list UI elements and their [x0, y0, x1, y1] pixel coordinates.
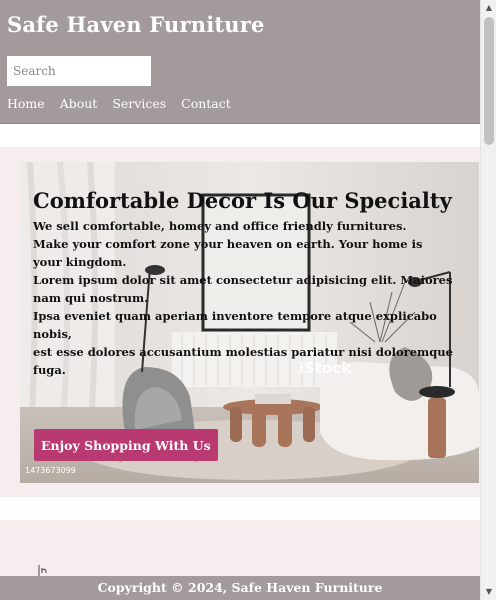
hero-content: Comfortable Decor Is Our Specialty We se…: [33, 184, 453, 379]
site-header: Safe Haven Furniture Home About Services…: [0, 0, 480, 124]
scrollbar-thumb[interactable]: [484, 17, 494, 145]
site-footer: Copyright © 2024, Safe Haven Furniture: [0, 576, 480, 600]
triangle-up-icon[interactable]: ▲: [481, 0, 496, 16]
nav-link-about[interactable]: About: [60, 96, 98, 111]
stock-watermark: iStock: [299, 359, 352, 377]
nav-link-services[interactable]: Services: [112, 96, 166, 111]
hero-section: Comfortable Decor Is Our Specialty We se…: [20, 162, 479, 483]
triangle-down-icon[interactable]: ▼: [481, 584, 496, 600]
nav-link-home[interactable]: Home: [7, 96, 45, 111]
search-input[interactable]: [7, 56, 151, 86]
hero-description: We sell comfortable, homey and office fr…: [33, 219, 453, 377]
nav-link-contact[interactable]: Contact: [181, 96, 231, 111]
vertical-scrollbar[interactable]: ▲ ▼: [480, 0, 496, 600]
copyright-text: Copyright © 2024, Safe Haven Furniture: [97, 580, 383, 595]
stock-image-id: 1473673099: [25, 466, 76, 475]
enjoy-shopping-button[interactable]: Enjoy Shopping With Us: [34, 429, 218, 461]
site-title: Safe Haven Furniture: [7, 12, 265, 37]
hero-title: Comfortable Decor Is Our Specialty: [33, 188, 452, 213]
main-nav: Home About Services Contact: [7, 96, 473, 111]
page: Safe Haven Furniture Home About Services…: [0, 0, 480, 600]
